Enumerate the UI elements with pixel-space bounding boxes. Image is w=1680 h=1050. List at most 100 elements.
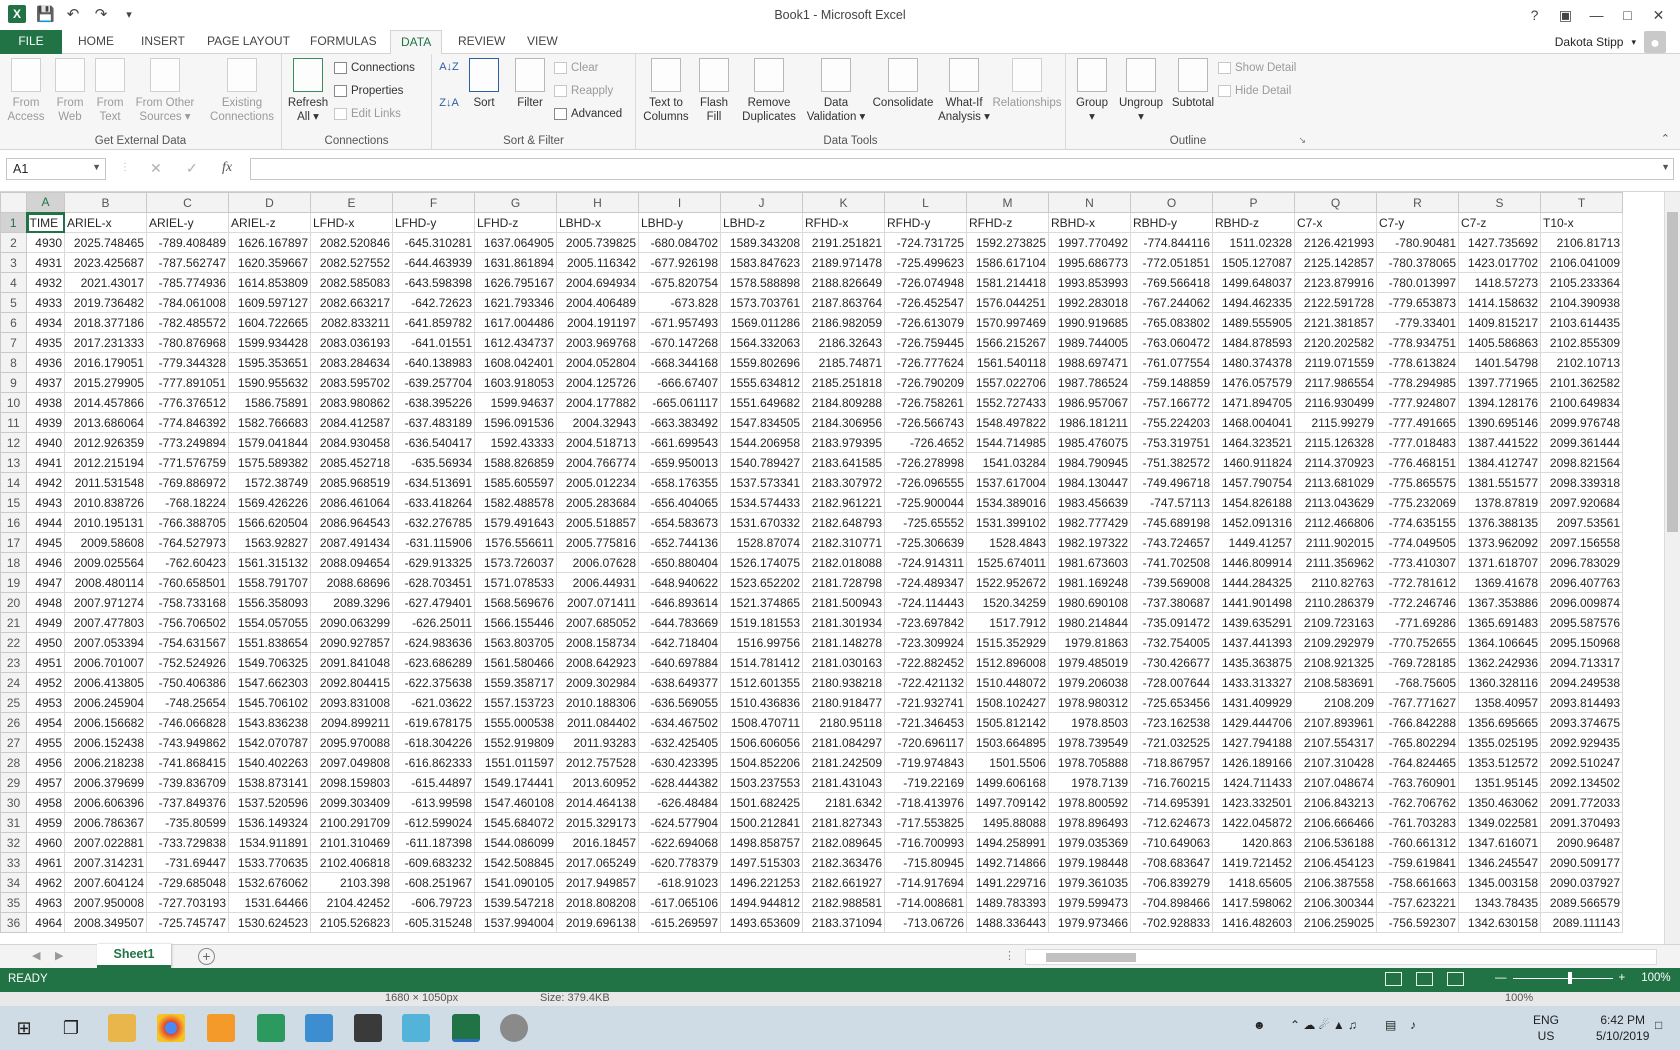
cell[interactable]: -726.758261 (884, 392, 967, 413)
cell[interactable]: 2097.53561 (1540, 512, 1623, 533)
cell[interactable]: 2007.314231 (64, 852, 147, 873)
cell[interactable]: 1523.652202 (720, 572, 803, 593)
cell[interactable]: 2182.089645 (802, 832, 885, 853)
cell[interactable]: -735.091472 (1130, 612, 1213, 633)
cell[interactable]: 1345.003158 (1458, 872, 1541, 893)
cell[interactable]: -763.060472 (1130, 332, 1213, 353)
cell[interactable]: -737.849376 (146, 792, 229, 813)
chrome-icon[interactable] (157, 1014, 185, 1042)
cell[interactable]: 2025.748465 (64, 232, 147, 253)
cell[interactable]: 1559.802696 (720, 352, 803, 373)
cell[interactable]: 1544.206958 (720, 432, 803, 453)
cell[interactable]: -613.99598 (392, 792, 475, 813)
cell[interactable]: 1537.994004 (474, 912, 557, 933)
cell[interactable]: -718.413976 (884, 792, 967, 813)
cell[interactable]: RBHD-z (1212, 212, 1295, 233)
cell[interactable]: 2082.520846 (310, 232, 393, 253)
cell[interactable]: 2181.500943 (802, 592, 885, 613)
cell[interactable]: 2115.99279 (1294, 412, 1377, 433)
cell[interactable]: 2092.510247 (1540, 752, 1623, 773)
cell[interactable]: 1358.40957 (1458, 692, 1541, 713)
tab-home[interactable]: HOME (68, 30, 124, 54)
cell[interactable]: 1579.491643 (474, 512, 557, 533)
cell[interactable]: 1480.374378 (1212, 352, 1295, 373)
cell[interactable]: 1578.588898 (720, 272, 803, 293)
new-sheet-icon[interactable]: + (198, 948, 215, 965)
cell[interactable]: -726.613079 (884, 312, 967, 333)
cell[interactable]: 1476.057579 (1212, 372, 1295, 393)
cell[interactable]: -789.408489 (146, 232, 229, 253)
cell[interactable]: -622.694068 (638, 832, 721, 853)
cell[interactable]: 1521.374865 (720, 592, 803, 613)
cell[interactable]: 1985.476075 (1048, 432, 1131, 453)
cell[interactable]: 4950 (26, 632, 65, 653)
cell[interactable]: 1387.441522 (1458, 432, 1541, 453)
advanced-button[interactable]: Advanced (554, 105, 622, 123)
cell[interactable]: 2125.142857 (1294, 252, 1377, 273)
close-icon[interactable]: ✕ (1643, 4, 1674, 26)
cell[interactable]: 2013.60952 (556, 772, 639, 793)
cell[interactable]: -768.75605 (1376, 672, 1459, 693)
sublime-icon[interactable] (354, 1014, 382, 1042)
cell[interactable]: 1617.004486 (474, 312, 557, 333)
cell[interactable]: 2107.310428 (1294, 752, 1377, 773)
start-windows-icon[interactable]: ⊞ (10, 1014, 38, 1042)
cell[interactable]: -726.278998 (884, 452, 967, 473)
cell[interactable]: -659.950013 (638, 452, 721, 473)
cell[interactable]: 1520.34259 (966, 592, 1049, 613)
cell[interactable]: -771.69286 (1376, 612, 1459, 633)
cell[interactable]: 2004.052804 (556, 352, 639, 373)
cell[interactable]: 1588.826859 (474, 452, 557, 473)
row-header[interactable]: 32 (0, 832, 27, 853)
cell[interactable]: 2016.179051 (64, 352, 147, 373)
cell[interactable]: 2004.694934 (556, 272, 639, 293)
cell[interactable]: 1579.041844 (228, 432, 311, 453)
row-header[interactable]: 36 (0, 912, 27, 933)
cell[interactable]: -775.232069 (1376, 492, 1459, 513)
cell[interactable]: 4943 (26, 492, 65, 513)
cell[interactable]: 1439.635291 (1212, 612, 1295, 633)
cell[interactable]: -635.56934 (392, 452, 475, 473)
column-header-b[interactable]: B (64, 192, 147, 213)
cell[interactable]: 1497.709142 (966, 792, 1049, 813)
from-web-button[interactable]: From Web (50, 58, 90, 124)
cell[interactable]: -774.844116 (1130, 232, 1213, 253)
cell[interactable]: 1540.402263 (228, 752, 311, 773)
cell[interactable]: -640.697884 (638, 652, 721, 673)
cell[interactable]: 1540.789427 (720, 452, 803, 473)
cell[interactable]: 1609.597127 (228, 292, 311, 313)
cell[interactable]: 1414.158632 (1458, 292, 1541, 313)
cell[interactable]: -741.702508 (1130, 552, 1213, 573)
cell[interactable]: 1988.697471 (1048, 352, 1131, 373)
cell[interactable]: -639.257704 (392, 372, 475, 393)
cell[interactable]: 1446.809914 (1212, 552, 1295, 573)
cell[interactable]: -618.304226 (392, 732, 475, 753)
cell[interactable]: 2099.303409 (310, 792, 393, 813)
app-icon[interactable] (500, 1014, 528, 1042)
cell[interactable]: 1422.045872 (1212, 812, 1295, 833)
cell[interactable]: 2106.387558 (1294, 872, 1377, 893)
cell[interactable]: 1978.896493 (1048, 812, 1131, 833)
row-header[interactable]: 20 (0, 592, 27, 613)
cell[interactable]: 4958 (26, 792, 65, 813)
cell[interactable]: -724.914311 (884, 552, 967, 573)
cell[interactable]: 4954 (26, 712, 65, 733)
enter-icon[interactable]: ✓ (186, 160, 198, 177)
cell[interactable]: 2116.930499 (1294, 392, 1377, 413)
cell[interactable]: 1544.086099 (474, 832, 557, 853)
row-header[interactable]: 35 (0, 892, 27, 913)
tab-view[interactable]: VIEW (517, 30, 568, 54)
ungroup-button[interactable]: Ungroup ▾ (1116, 58, 1166, 124)
cell[interactable]: -632.425405 (638, 732, 721, 753)
cell[interactable]: 1405.586863 (1458, 332, 1541, 353)
cell[interactable]: -739.569008 (1130, 572, 1213, 593)
cell[interactable]: 2094.899211 (310, 712, 393, 733)
cell[interactable]: 2006.413805 (64, 672, 147, 693)
cell[interactable]: -634.513691 (392, 472, 475, 493)
cell[interactable]: 1590.955632 (228, 372, 311, 393)
cell[interactable]: 2010.188306 (556, 692, 639, 713)
cell[interactable]: 2187.863764 (802, 292, 885, 313)
cell[interactable]: 1549.706325 (228, 652, 311, 673)
cell[interactable]: 2006.152438 (64, 732, 147, 753)
cell[interactable]: 1990.919685 (1048, 312, 1131, 333)
